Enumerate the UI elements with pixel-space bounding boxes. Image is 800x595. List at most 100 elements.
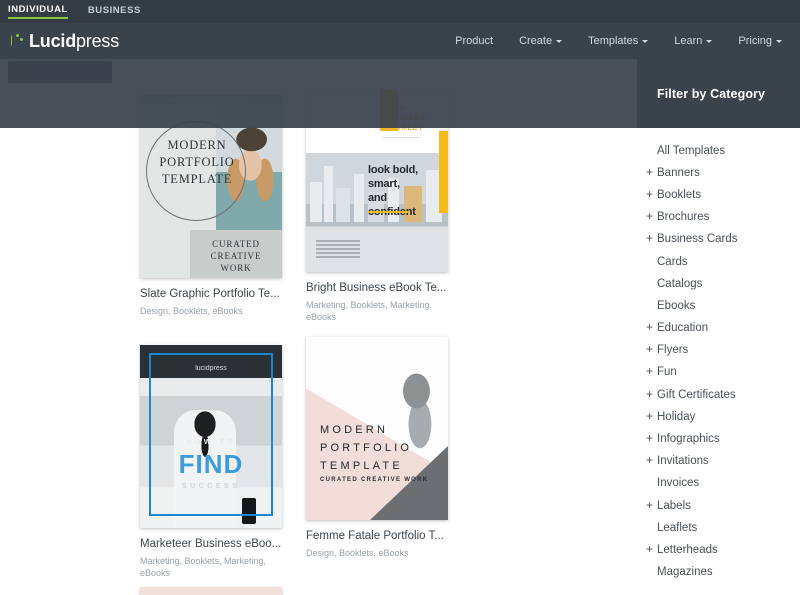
template-thumbnail[interactable]: MODERN PORTFOLIO TEMPLATE CURATED CREATI… <box>140 95 282 278</box>
template-card-femme-fatale-portfolio[interactable]: MODERN PORTFOLIO TEMPLATE CURATED CREATI… <box>306 337 472 579</box>
search-input[interactable]: Search <box>8 61 112 83</box>
category-item-banners[interactable]: + Banners <box>637 161 800 183</box>
art-tagline-line1: look bold, <box>368 164 418 176</box>
template-grid: MODERN PORTFOLIO TEMPLATE CURATED CREATI… <box>0 59 637 595</box>
expand-icon[interactable]: + <box>646 209 657 223</box>
category-item-invoices[interactable]: + Invoices <box>637 472 800 494</box>
expand-icon[interactable]: + <box>646 231 657 245</box>
category-label: Brochures <box>657 211 710 224</box>
category-label: Leaflets <box>657 521 698 534</box>
category-item-invitations[interactable]: + Invitations <box>637 450 800 472</box>
template-title: Femme Fatale Portfolio T... <box>306 530 444 542</box>
template-gallery: MODERN PORTFOLIO TEMPLATE CURATED CREATI… <box>0 59 637 595</box>
art-tagline-line2: smart, <box>368 178 400 190</box>
category-item-ebooks[interactable]: + Ebooks <box>637 294 800 316</box>
art-pink-band <box>140 587 282 595</box>
thumbnail-art: lucidpress HOW TO FIND SUCCESS <box>140 345 282 528</box>
template-tags: Marketing, Booklets, Marketing, eBooks <box>306 300 433 322</box>
art-building <box>354 174 364 222</box>
nav-item-product[interactable]: Product <box>455 35 493 47</box>
category-label: Education <box>657 322 709 335</box>
template-tags: Marketing, Booklets, Marketing, eBooks <box>140 556 267 578</box>
category-label: Magazines <box>657 566 713 579</box>
category-label: Invitations <box>657 455 709 468</box>
template-thumbnail[interactable]: MODERN PORTFOLIO TEMPLATE CURATED CREATI… <box>306 337 448 520</box>
template-thumbnail[interactable]: BOLD BUSINESS BOOKLET look bold, smart, … <box>306 89 448 272</box>
template-card-boutique-lookbook[interactable]: BOUTIQUE BOOKLET TEMPLATE Perfect for Sm… <box>140 587 306 595</box>
art-heading: BOLD BUSINESS BOOKLET <box>382 103 426 133</box>
category-item-fun[interactable]: + Fun <box>637 361 800 383</box>
search-strip: Search <box>0 59 640 87</box>
category-filter-sidebar: Filter by Category + All Templates + Ban… <box>637 59 800 595</box>
expand-icon[interactable]: + <box>646 165 657 179</box>
art-heading-line1: BOLD <box>382 103 407 112</box>
expand-icon[interactable]: + <box>646 364 657 378</box>
art-building <box>324 166 333 222</box>
template-tags: Design, Booklets, eBooks <box>306 548 409 558</box>
category-item-leaflets[interactable]: + Leaflets <box>637 516 800 538</box>
category-label: Business Cards <box>657 233 738 246</box>
expand-icon[interactable]: + <box>646 453 657 467</box>
template-title: Bright Business eBook Te... <box>306 282 447 294</box>
art-building <box>310 182 322 222</box>
nav-item-templates[interactable]: Templates <box>588 35 649 47</box>
template-thumbnail[interactable]: BOUTIQUE BOOKLET TEMPLATE Perfect for Sm… <box>140 587 282 595</box>
category-label: Labels <box>657 499 691 512</box>
art-title-line1: MODERN <box>320 424 389 436</box>
category-item-catalogs[interactable]: + Catalogs <box>637 272 800 294</box>
nav-item-create[interactable]: Create <box>519 35 563 47</box>
category-item-all-templates[interactable]: + All Templates <box>637 139 800 161</box>
art-title-line2: PORTFOLIO <box>320 442 413 454</box>
sidebar-title: Filter by Category <box>637 59 800 128</box>
category-label: Invoices <box>657 477 700 490</box>
category-item-infographics[interactable]: + Infographics <box>637 427 800 449</box>
tab-individual[interactable]: INDIVIDUAL <box>8 4 68 19</box>
category-item-labels[interactable]: + Labels <box>637 494 800 516</box>
logo-word-bold: Lucid <box>29 30 76 51</box>
expand-icon[interactable]: + <box>646 498 657 512</box>
category-item-booklets[interactable]: + Booklets <box>637 183 800 205</box>
category-label: Cards <box>657 255 688 268</box>
lucidpress-logo[interactable]: Lucidpress <box>0 31 119 52</box>
art-address-block <box>316 240 360 260</box>
template-tags: Design, Booklets, eBooks <box>140 306 243 316</box>
template-title: Slate Graphic Portfolio Te... <box>140 288 280 300</box>
tab-business[interactable]: BUSINESS <box>88 5 141 18</box>
expand-icon[interactable]: + <box>646 342 657 356</box>
lucidpress-templates-page: INDIVIDUAL BUSINESS Lucidpress Product C… <box>0 0 800 595</box>
category-label: Catalogs <box>657 277 703 290</box>
category-item-cards[interactable]: + Cards <box>637 250 800 272</box>
art-top-strip <box>140 95 282 104</box>
expand-icon[interactable]: + <box>646 320 657 334</box>
expand-icon[interactable]: + <box>646 387 657 401</box>
expand-icon[interactable]: + <box>646 187 657 201</box>
category-label: Holiday <box>657 410 696 423</box>
art-title: MODERN PORTFOLIO TEMPLATE <box>320 421 412 475</box>
art-title-line3: TEMPLATE <box>161 172 233 186</box>
category-item-flyers[interactable]: + Flyers <box>637 339 800 361</box>
site-header: Lucidpress Product Create Templates Lear… <box>0 23 800 59</box>
nav-item-learn[interactable]: Learn <box>674 35 713 47</box>
expand-icon[interactable]: + <box>646 409 657 423</box>
art-subtitle: CURATED CREATIVE WORK <box>320 477 429 483</box>
category-label: Ebooks <box>657 299 696 312</box>
nav-label: Learn <box>674 35 703 47</box>
category-item-brochures[interactable]: + Brochures <box>637 206 800 228</box>
category-item-holiday[interactable]: + Holiday <box>637 405 800 427</box>
expand-icon[interactable]: + <box>646 431 657 445</box>
category-item-gift-certificates[interactable]: + Gift Certificates <box>637 383 800 405</box>
expand-icon[interactable]: + <box>646 542 657 556</box>
art-title-line3: TEMPLATE <box>320 460 403 472</box>
category-item-letterheads[interactable]: + Letterheads <box>637 538 800 560</box>
template-thumbnail[interactable]: lucidpress HOW TO FIND SUCCESS <box>140 345 282 528</box>
chevron-down-icon <box>556 39 563 43</box>
template-card-marketeer-business-ebook[interactable]: lucidpress HOW TO FIND SUCCESS Marketeer… <box>140 345 306 579</box>
template-card-bright-business-ebook[interactable]: BOLD BUSINESS BOOKLET look bold, smart, … <box>306 89 472 323</box>
category-item-business-cards[interactable]: + Business Cards <box>637 228 800 250</box>
template-card-slate-graphic-portfolio[interactable]: MODERN PORTFOLIO TEMPLATE CURATED CREATI… <box>140 95 306 323</box>
category-item-education[interactable]: + Education <box>637 317 800 339</box>
chevron-down-icon <box>642 39 649 43</box>
category-item-magazines[interactable]: + Magazines <box>637 561 800 583</box>
nav-label: Pricing <box>738 35 772 47</box>
nav-item-pricing[interactable]: Pricing <box>738 35 782 47</box>
